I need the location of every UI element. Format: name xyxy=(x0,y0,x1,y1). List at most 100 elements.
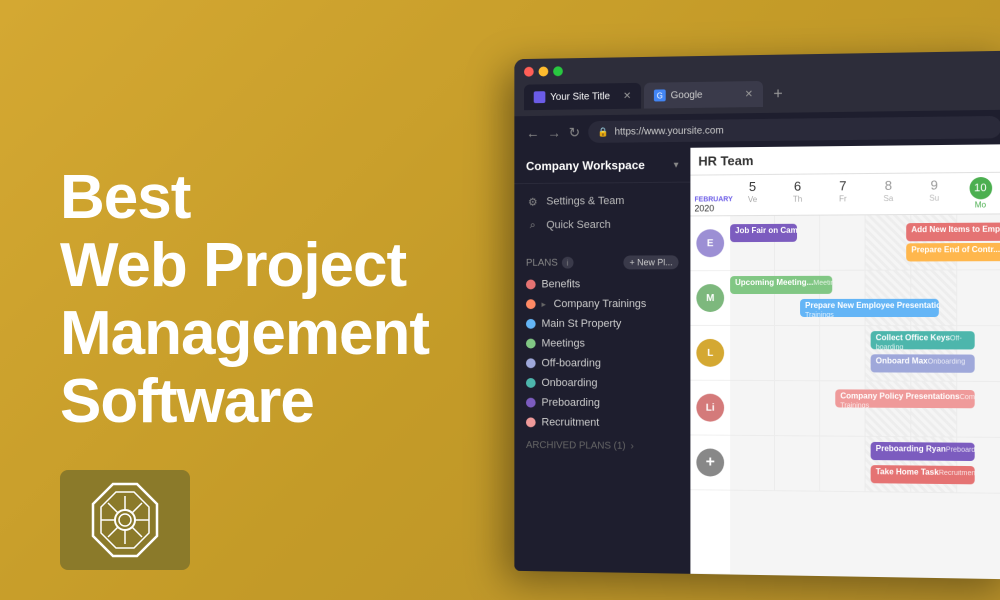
calendar-event[interactable]: Prepare End of Contr... xyxy=(906,243,1000,262)
plan-label-meetings: Meetings xyxy=(541,338,584,350)
workspace-chevron-icon[interactable]: ▾ xyxy=(674,159,679,170)
expand-icon-trainings[interactable]: ▸ xyxy=(541,299,545,310)
tab-close-icon-2[interactable]: ✕ xyxy=(745,89,753,100)
user-row-0: E xyxy=(690,216,730,271)
workspace-name: Company Workspace xyxy=(526,158,645,173)
plan-label-offboarding: Off-boarding xyxy=(541,357,600,369)
heading-line1: Best xyxy=(60,163,190,232)
day-header-4: 9 Su xyxy=(911,173,957,214)
browser-tabs: Your Site Title ✕ G Google ✕ + xyxy=(524,77,1000,110)
users-column: E M L Li + xyxy=(690,216,730,573)
address-field[interactable]: 🔒 https://www.yoursite.com xyxy=(588,116,1000,143)
calendar-event[interactable]: Add New Items to Employee... xyxy=(906,223,1000,242)
left-content: Best Web Project Management Software xyxy=(0,104,490,497)
new-plan-button[interactable]: + New Pl... xyxy=(624,255,679,269)
plan-dot-onboarding xyxy=(526,378,536,388)
user-avatar-add[interactable]: + xyxy=(696,448,724,476)
tab-active[interactable]: Your Site Title ✕ xyxy=(524,83,641,110)
day-label-1: Th xyxy=(793,195,802,204)
grid-cell-1-5 xyxy=(957,270,1000,325)
day-header-3: 8 Sa xyxy=(866,174,912,215)
grid-cell-2-2 xyxy=(820,326,865,380)
calendar-event[interactable]: Preboarding RyanPreboarding xyxy=(871,442,975,461)
calendar-event[interactable]: Onboard MaxOnboarding xyxy=(871,354,975,373)
day-header-0: 5 Ve xyxy=(730,175,775,215)
tab-favicon xyxy=(534,91,546,103)
address-text: https://www.yoursite.com xyxy=(615,125,724,137)
calendar-event[interactable]: Take Home TaskRecruitment xyxy=(871,465,975,484)
user-row-1: M xyxy=(690,271,730,326)
maximize-dot[interactable] xyxy=(553,66,563,76)
lock-icon: 🔒 xyxy=(598,126,609,137)
day-label-5: Mo xyxy=(975,200,986,209)
calendar-event[interactable]: Job Fair on CampusRecruitment xyxy=(730,224,797,242)
plan-item-benefits[interactable]: Benefits xyxy=(514,274,690,294)
tab-google[interactable]: G Google ✕ xyxy=(644,81,763,109)
plan-dot-offboarding xyxy=(526,358,536,368)
plans-title: PLANS xyxy=(526,257,558,268)
grid-row-4: Preboarding RyanPreboarding Take Home Tas… xyxy=(730,436,1000,494)
plan-item-offboarding[interactable]: Off-boarding xyxy=(514,353,690,373)
archived-plans-section[interactable]: ARCHIVED PLANS (1) › xyxy=(514,432,690,460)
forward-button[interactable]: → xyxy=(547,125,561,141)
calendar-team-title: HR Team xyxy=(698,153,753,169)
plan-item-onboarding[interactable]: Onboarding xyxy=(514,373,690,394)
sidebar-menu: ⚙ Settings & Team ⌕ Quick Search xyxy=(514,183,690,244)
minimize-dot[interactable] xyxy=(539,66,549,76)
day-label-2: Fr xyxy=(839,194,847,203)
tab-close-icon[interactable]: ✕ xyxy=(623,90,631,101)
plan-dot-benefits xyxy=(526,280,536,290)
grid-cell-3-1 xyxy=(775,381,820,435)
tab-label: Your Site Title xyxy=(550,91,610,103)
plans-header: PLANS i + New Pl... xyxy=(514,250,690,274)
tab-favicon-2: G xyxy=(654,89,666,101)
sidebar: Company Workspace ▾ ⚙ Settings & Team ⌕ … xyxy=(514,148,690,574)
search-icon: ⌕ xyxy=(526,218,540,232)
calendar-event[interactable]: Collect Office KeysOff-boarding xyxy=(871,331,975,349)
heading-line2: Web Project Management xyxy=(60,231,429,368)
user-avatar-0: E xyxy=(696,229,724,257)
grid-cell-4-0 xyxy=(730,436,775,490)
calendar-header: HR Team xyxy=(690,144,1000,175)
plan-dot-recruitment xyxy=(526,417,536,427)
plan-item-recruitment[interactable]: Recruitment xyxy=(514,412,690,433)
grid-cell-0-2 xyxy=(820,215,865,270)
plan-label-benefits: Benefits xyxy=(541,278,580,290)
plan-item-meetings[interactable]: Meetings xyxy=(514,334,690,354)
plans-info-icon[interactable]: i xyxy=(562,257,574,269)
user-avatar-1: M xyxy=(696,284,724,312)
plan-item-trainings[interactable]: ▸ Company Trainings xyxy=(514,294,690,314)
grid-row-1: Upcoming Meeting...Meetings Prepare New E… xyxy=(730,270,1000,326)
address-bar: ← → ↻ 🔒 https://www.yoursite.com xyxy=(514,110,1000,150)
grid-row-0: Job Fair on CampusRecruitment Add New Ite… xyxy=(730,214,1000,271)
archived-chevron-icon: › xyxy=(631,441,634,452)
user-row-3: Li xyxy=(690,381,730,436)
sidebar-settings-label: Settings & Team xyxy=(546,195,624,207)
app-content: Company Workspace ▾ ⚙ Settings & Team ⌕ … xyxy=(514,144,1000,579)
grid-cell-0-3 xyxy=(866,215,912,270)
archived-label: ARCHIVED PLANS (1) xyxy=(526,440,626,452)
sidebar-item-search[interactable]: ⌕ Quick Search xyxy=(514,212,690,237)
browser-dots xyxy=(524,59,1000,77)
day-label-0: Ve xyxy=(748,195,757,204)
reload-button[interactable]: ↻ xyxy=(569,124,580,141)
new-tab-button[interactable]: + xyxy=(766,83,790,107)
plan-dot-preboarding xyxy=(526,398,536,408)
day-label-3: Sa xyxy=(883,194,893,203)
day-header-5: 10 Mo xyxy=(957,173,1000,214)
day-header-1: 6 Th xyxy=(775,174,820,214)
plan-item-property[interactable]: Main St Property xyxy=(514,314,690,334)
plan-item-preboarding[interactable]: Preboarding xyxy=(514,393,690,414)
plans-section: PLANS i + New Pl... Benefits ▸ Company T… xyxy=(514,250,690,433)
grid-row-3: Company Policy PresentationsCompany Trai… xyxy=(730,381,1000,438)
calendar-event[interactable]: Company Policy PresentationsCompany Trai… xyxy=(835,389,975,408)
sidebar-item-settings[interactable]: ⚙ Settings & Team xyxy=(514,189,690,214)
plan-label-recruitment: Recruitment xyxy=(541,417,599,429)
calendar-event[interactable]: Upcoming Meeting...Meetings xyxy=(730,276,832,294)
calendar-event[interactable]: Prepare New Employee PresentationCompany… xyxy=(800,299,939,317)
back-button[interactable]: ← xyxy=(526,125,540,141)
close-dot[interactable] xyxy=(524,67,534,77)
grid-cell-2-1 xyxy=(775,326,820,380)
sidebar-header: Company Workspace ▾ xyxy=(514,148,690,184)
page-container: Best Web Project Management Software xyxy=(0,0,1000,600)
